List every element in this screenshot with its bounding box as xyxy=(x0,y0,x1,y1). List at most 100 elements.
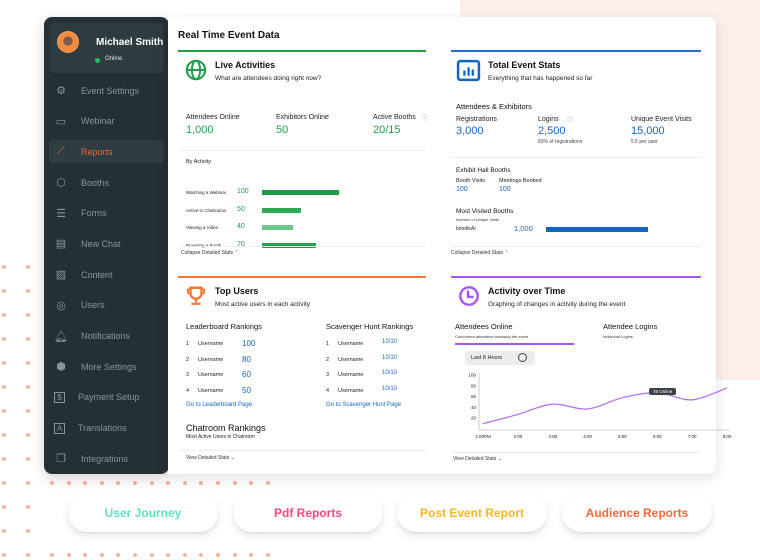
pill-audience-reports[interactable]: Audience Reports xyxy=(562,494,712,532)
clock-icon xyxy=(459,286,479,306)
x-tick-label: 8:00 xyxy=(723,434,732,439)
help-icon[interactable]: ⓘ xyxy=(422,113,428,122)
sidebar-item-webinar[interactable]: ▭ Webinar xyxy=(49,110,164,133)
exhibitors-online-value: 50 xyxy=(276,124,289,136)
rank-number: 2 xyxy=(326,356,330,363)
ranking-row[interactable]: 4 Username 10/10 xyxy=(326,386,426,398)
username: Username xyxy=(198,372,224,378)
collapse-stats-toggle[interactable]: Collapse Detailed Stats ⌃ xyxy=(181,250,239,256)
x-tick-label: 7:00 xyxy=(688,434,697,439)
attendees-online-label: Attendees Online xyxy=(186,114,240,121)
sidebar-item-translations[interactable]: A Translations xyxy=(49,417,164,440)
panel-subtitle: Most active users in each activity xyxy=(215,301,311,308)
username: Username xyxy=(338,341,364,347)
decorative-dot xyxy=(182,481,187,485)
x-tick-label: 5:00 xyxy=(618,434,627,439)
pill-pdf-reports[interactable]: Pdf Reports xyxy=(233,494,383,532)
exhibitors-online-label: Exhibitors Online xyxy=(276,114,329,121)
tab-attendees-online[interactable]: Attendees Online xyxy=(455,322,513,331)
sidebar-item-label: Users xyxy=(81,300,105,311)
decorative-dot xyxy=(2,337,6,341)
decorative-dot xyxy=(2,481,6,485)
scavenger-title: Scavenger Hunt Rankings xyxy=(326,322,414,331)
activity-bar xyxy=(262,225,293,230)
decorative-dot xyxy=(116,553,121,557)
panel-title: Activity over Time xyxy=(488,286,566,296)
registrations-value: 3,000 xyxy=(456,125,484,137)
globe-icon xyxy=(185,59,207,81)
decorative-dot xyxy=(182,553,187,557)
decorative-dot xyxy=(2,505,6,509)
user-profile[interactable]: Michael Smith Online xyxy=(49,23,164,73)
form-icon: ☰ xyxy=(56,207,66,220)
view-stats-toggle[interactable]: View Detailed Stats ⌄ xyxy=(453,456,502,462)
ranking-row[interactable]: 3 Username 10/10 xyxy=(326,370,426,382)
decorative-dot xyxy=(2,361,6,365)
ranking-value: 60 xyxy=(242,370,251,379)
sidebar-item-integrations[interactable]: ❐ Integrations xyxy=(49,447,164,470)
cube-icon: ⬡ xyxy=(56,177,66,190)
most-visited-subtitle: Number of Unique Visits xyxy=(456,217,500,222)
sidebar-item-more-settings[interactable]: ⬢ More Settings xyxy=(49,355,164,378)
sidebar-item-forms[interactable]: ☰ Forms xyxy=(49,202,164,225)
sidebar-item-label: Content xyxy=(81,269,113,280)
username: Username xyxy=(338,356,364,363)
sidebar-item-reports[interactable]: ⟋ Reports xyxy=(49,140,164,164)
chart-tooltip: 78 Online xyxy=(649,388,677,395)
ranking-value: 10/10 xyxy=(382,354,398,361)
time-range-selector[interactable]: Last 8 Hours xyxy=(465,351,535,365)
decorative-dot xyxy=(26,457,30,461)
ranking-row[interactable]: 2 Username 10/10 xyxy=(326,355,426,367)
ranking-row[interactable]: 2 Username 80 xyxy=(186,355,286,367)
sidebar-item-event-settings[interactable]: ⚙ Event Settings xyxy=(49,79,164,102)
pill-post-event-report[interactable]: Post Event Report xyxy=(397,494,547,532)
sidebar-item-notifications[interactable]: 🔔︎ Notifications xyxy=(49,325,164,348)
decorative-dot xyxy=(2,457,6,461)
leaderboard-link[interactable]: Go to Leaderboard Page xyxy=(186,402,252,408)
decorative-dot xyxy=(2,313,6,317)
decorative-dot xyxy=(2,289,6,293)
logins-value: 2,500 xyxy=(538,125,566,137)
tab-attendee-logins-subtitle: Individual Logins xyxy=(603,334,633,339)
ranking-value: 80 xyxy=(242,354,251,364)
ranking-row[interactable]: 4 Username 50 xyxy=(186,386,286,398)
tab-attendee-logins[interactable]: Attendee Logins xyxy=(603,322,657,331)
decorative-dot xyxy=(249,481,254,485)
decorative-dot xyxy=(216,553,220,557)
booth-visits-bar xyxy=(546,227,648,232)
ranking-value: 10/10 xyxy=(382,385,398,392)
username: Username xyxy=(198,387,224,394)
collapse-stats-toggle[interactable]: Collapse Detailed Stats ⌃ xyxy=(451,250,509,256)
scavenger-link[interactable]: Go to Scavenger Hunt Page xyxy=(326,402,401,408)
help-icon[interactable]: ⓘ xyxy=(567,115,573,124)
decorative-dot xyxy=(26,481,30,485)
sidebar-item-booths[interactable]: ⬡ Booths xyxy=(49,171,164,194)
sidebar-item-payment-setup[interactable]: $ Payment Setup xyxy=(49,386,164,409)
ranking-row[interactable]: 1 Username 10/10 xyxy=(326,339,426,351)
registrations-label: Registrations xyxy=(456,116,497,123)
rank-number: 1 xyxy=(326,341,330,347)
ranking-row[interactable]: 1 Username 100 xyxy=(186,339,286,351)
decorative-dot xyxy=(26,361,30,365)
rank-number: 4 xyxy=(186,387,190,394)
booths-title: Exhibit Hall Booths xyxy=(456,167,511,174)
sidebar-item-users[interactable]: ◎ Users xyxy=(49,294,164,317)
activity-label: Viewing a Video xyxy=(186,225,219,230)
pill-user-journey[interactable]: User Journey xyxy=(68,494,218,532)
username: Username xyxy=(198,356,224,363)
username: Username xyxy=(338,387,364,394)
y-tick-label: 80 xyxy=(471,383,477,388)
decorative-dot xyxy=(99,481,104,485)
bar-chart-icon xyxy=(456,59,481,82)
chatroom-subtitle: Most Active Users in Chatroom xyxy=(186,434,255,440)
sidebar-item-label: Payment Setup xyxy=(78,392,140,403)
ranking-row[interactable]: 3 Username 60 xyxy=(186,370,286,382)
user-circle-icon: ◎ xyxy=(56,299,66,312)
sidebar-item-new-chat[interactable]: ▤ New Chat xyxy=(49,232,164,255)
top-users-panel: Top Users Most active users in each acti… xyxy=(178,276,426,466)
view-stats-toggle[interactable]: View Detailed Stats ⌄ xyxy=(186,455,235,461)
x-tick-label: 6:00 xyxy=(653,434,662,439)
sidebar-item-content[interactable]: ▨ Content xyxy=(49,263,164,286)
most-visited-title: Most Visited Booths xyxy=(456,208,514,215)
sidebar-item-label: More Settings xyxy=(81,361,137,372)
